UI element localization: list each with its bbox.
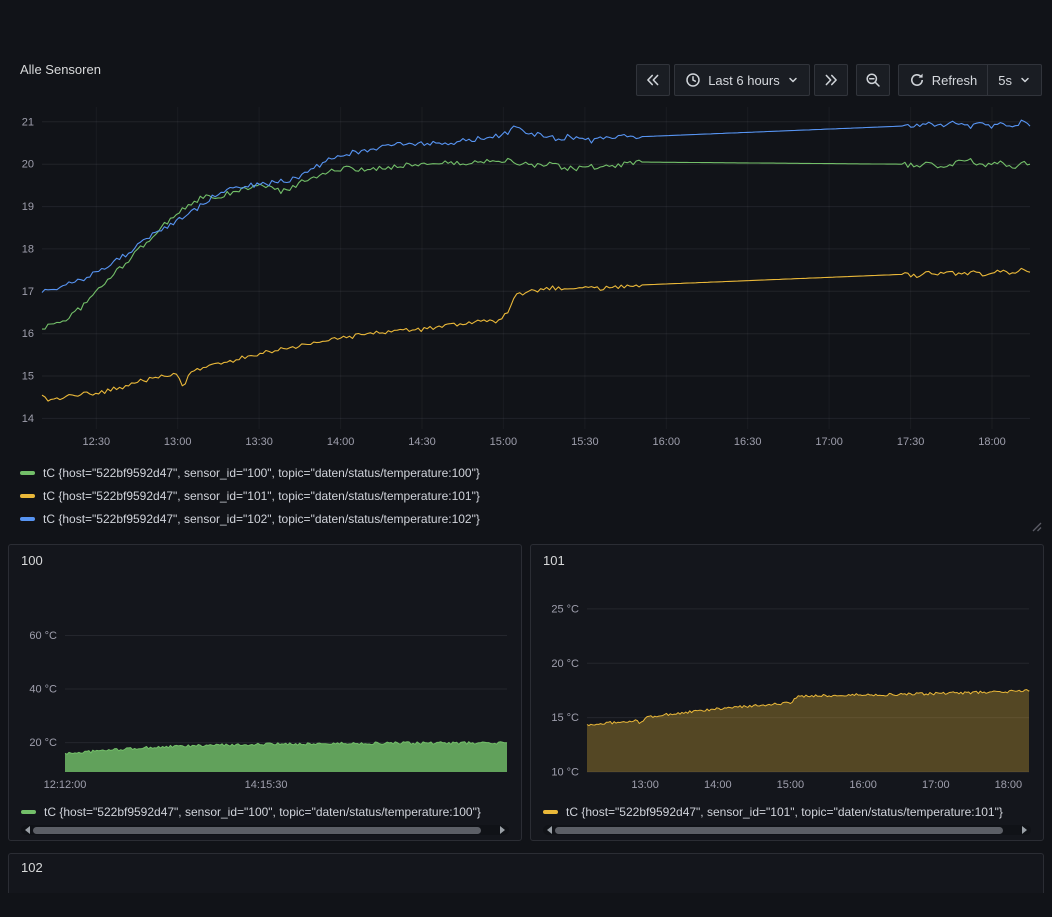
svg-text:60 °C: 60 °C — [29, 630, 57, 642]
area-chart-101[interactable]: 10 °C 15 °C 20 °C 25 °C 13:00 14:00 15:00 16:00… — [543, 572, 1031, 800]
scrollbar-thumb[interactable] — [555, 827, 1003, 834]
time-range-label: Last 6 hours — [708, 73, 780, 88]
chevron-down-icon — [787, 74, 799, 86]
svg-text:14:15:30: 14:15:30 — [245, 779, 288, 791]
svg-text:15: 15 — [22, 371, 34, 383]
chevron-down-icon — [1019, 74, 1031, 86]
clock-icon — [685, 72, 701, 88]
panel-resize-handle[interactable] — [1030, 520, 1042, 532]
legend-series-marker — [20, 517, 35, 521]
svg-text:20 °C: 20 °C — [551, 658, 579, 670]
timeseries-chart[interactable]: 14 15 16 17 18 19 20 21 12:30 13:00 13:30 14:00 14:3… — [20, 93, 1036, 455]
area-chart-100[interactable]: 20 °C 40 °C 60 °C 12:12:00 14:15:30 — [21, 572, 509, 800]
svg-text:12:30: 12:30 — [83, 436, 111, 448]
panel-title: 101 — [543, 553, 1031, 568]
svg-text:16:30: 16:30 — [734, 436, 762, 448]
panel-title: 100 — [21, 553, 509, 568]
legend-series-label: tC {host="522bf9592d47", sensor_id="100"… — [44, 805, 481, 819]
legend-item-sensor-102[interactable]: tC {host="522bf9592d47", sensor_id="102"… — [20, 507, 1036, 530]
double-chevron-left-icon — [645, 72, 661, 88]
legend-series-marker — [20, 471, 35, 475]
time-shift-forward-button[interactable] — [814, 64, 848, 96]
scrollbar-thumb[interactable] — [33, 827, 481, 834]
refresh-group: Refresh 5s — [898, 64, 1042, 96]
legend-item-sensor-101[interactable]: tC {host="522bf9592d47", sensor_id="101"… — [20, 484, 1036, 507]
refresh-label: Refresh — [932, 73, 978, 88]
panel-100: 100 20 °C 40 °C 60 °C 12:12:00 14:15:30 tC {… — [8, 544, 522, 841]
panel-row: 102 — [8, 853, 1044, 893]
refresh-interval-button[interactable]: 5s — [987, 64, 1042, 96]
svg-text:14:00: 14:00 — [327, 436, 355, 448]
scroll-right-arrow-icon[interactable] — [1022, 826, 1027, 834]
double-chevron-right-icon — [823, 72, 839, 88]
time-controls-toolbar: Last 6 hours Refresh 5s — [636, 64, 1042, 96]
legend-item-sensor-100[interactable]: tC {host="522bf9592d47", sensor_id="100"… — [21, 802, 509, 822]
svg-text:13:00: 13:00 — [631, 779, 659, 791]
panel-102: 102 — [8, 853, 1044, 893]
scroll-right-arrow-icon[interactable] — [500, 826, 505, 834]
svg-text:19: 19 — [22, 201, 34, 213]
panel-title: 102 — [21, 860, 1031, 875]
svg-text:17: 17 — [22, 286, 34, 298]
zoom-out-icon — [865, 72, 881, 88]
svg-text:10 °C: 10 °C — [551, 767, 579, 779]
legend-series-label: tC {host="522bf9592d47", sensor_id="101"… — [43, 489, 480, 503]
svg-text:16:00: 16:00 — [653, 436, 681, 448]
svg-text:15 °C: 15 °C — [551, 712, 579, 724]
svg-text:13:00: 13:00 — [164, 436, 192, 448]
legend-item-sensor-100[interactable]: tC {host="522bf9592d47", sensor_id="100"… — [20, 461, 1036, 484]
time-picker-group: Last 6 hours — [636, 64, 848, 96]
svg-text:20 °C: 20 °C — [29, 737, 57, 749]
svg-text:12:12:00: 12:12:00 — [44, 779, 87, 791]
svg-text:17:00: 17:00 — [922, 779, 950, 791]
svg-text:16: 16 — [22, 328, 34, 340]
svg-text:14:00: 14:00 — [704, 779, 732, 791]
svg-text:18: 18 — [22, 243, 34, 255]
legend-series-marker — [543, 810, 558, 814]
chart-legend: tC {host="522bf9592d47", sensor_id="100"… — [20, 461, 1036, 530]
svg-text:15:30: 15:30 — [571, 436, 599, 448]
refresh-button[interactable]: Refresh — [898, 64, 989, 96]
time-shift-back-button[interactable] — [636, 64, 670, 96]
svg-text:15:00: 15:00 — [777, 779, 805, 791]
scroll-left-arrow-icon[interactable] — [547, 826, 552, 834]
svg-text:16:00: 16:00 — [849, 779, 877, 791]
svg-text:13:30: 13:30 — [245, 436, 273, 448]
svg-text:18:00: 18:00 — [995, 779, 1023, 791]
legend-series-marker — [20, 494, 35, 498]
time-range-picker-button[interactable]: Last 6 hours — [674, 64, 810, 96]
svg-text:17:00: 17:00 — [815, 436, 843, 448]
refresh-icon — [909, 72, 925, 88]
svg-text:14: 14 — [22, 413, 34, 425]
svg-text:14:30: 14:30 — [408, 436, 436, 448]
legend-item-sensor-101[interactable]: tC {host="522bf9592d47", sensor_id="101"… — [543, 802, 1031, 822]
horizontal-scrollbar[interactable] — [543, 825, 1031, 835]
legend-series-label: tC {host="522bf9592d47", sensor_id="100"… — [43, 466, 480, 480]
legend-series-label: tC {host="522bf9592d47", sensor_id="102"… — [43, 512, 480, 526]
panel-alle-sensoren: Alle Sensoren 141516171819202112:3013:00… — [8, 52, 1044, 532]
svg-text:20: 20 — [22, 159, 34, 171]
svg-text:40 °C: 40 °C — [29, 684, 57, 696]
zoom-out-button[interactable] — [856, 64, 890, 96]
scroll-left-arrow-icon[interactable] — [25, 826, 30, 834]
legend-series-label: tC {host="522bf9592d47", sensor_id="101"… — [566, 805, 1003, 819]
panel-row: 100 20 °C 40 °C 60 °C 12:12:00 14:15:30 tC {… — [8, 544, 1044, 841]
svg-text:21: 21 — [22, 116, 34, 128]
svg-text:25 °C: 25 °C — [551, 603, 579, 615]
legend-series-marker — [21, 810, 36, 814]
svg-text:15:00: 15:00 — [490, 436, 518, 448]
svg-text:18:00: 18:00 — [978, 436, 1006, 448]
panel-101: 101 10 °C15 °C20 °C25 °C13:0014:0015:001… — [530, 544, 1044, 841]
refresh-interval-label: 5s — [998, 73, 1012, 88]
svg-text:17:30: 17:30 — [897, 436, 925, 448]
horizontal-scrollbar[interactable] — [21, 825, 509, 835]
